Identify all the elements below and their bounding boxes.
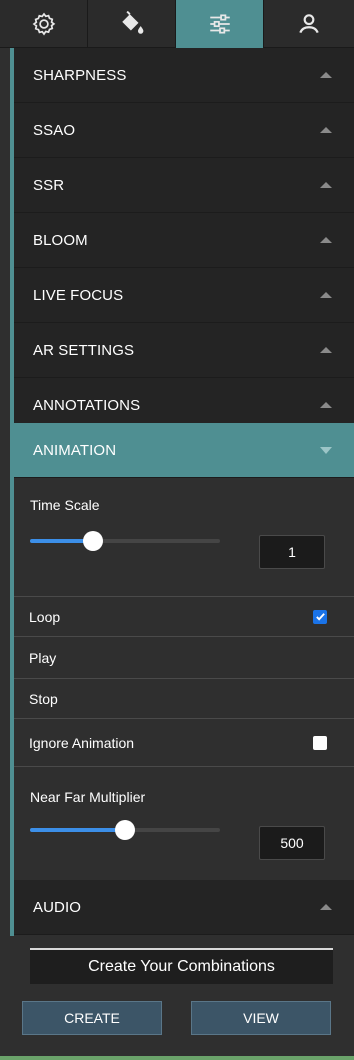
tab-settings[interactable] [0, 0, 88, 48]
top-toolbar [0, 0, 354, 48]
view-button[interactable]: VIEW [191, 1001, 331, 1035]
caret-up-icon [320, 72, 332, 78]
section-ssao[interactable]: SSAO [14, 103, 354, 158]
caret-up-icon [320, 904, 332, 910]
near-far-slider-thumb[interactable] [115, 820, 135, 840]
section-live-focus[interactable]: LIVE FOCUS [14, 268, 354, 323]
time-scale-input[interactable]: 1 [259, 535, 325, 569]
section-label: LIVE FOCUS [33, 286, 124, 304]
tab-user[interactable] [264, 0, 354, 48]
section-bloom[interactable]: BLOOM [14, 213, 354, 268]
near-far-slider-fill [30, 828, 125, 832]
section-label: BLOOM [33, 231, 88, 249]
tab-materials[interactable] [88, 0, 176, 48]
paint-bucket-icon [121, 11, 143, 34]
caret-up-icon [320, 237, 332, 243]
divider [14, 766, 354, 767]
time-scale-slider-thumb[interactable] [83, 531, 103, 551]
section-sharpness[interactable]: SHARPNESS [14, 48, 354, 103]
loop-label: Loop [29, 608, 61, 625]
caret-down-icon [320, 446, 332, 454]
loop-checkbox[interactable] [313, 609, 327, 624]
caret-up-icon [320, 402, 332, 408]
section-label: ANNOTATIONS [33, 396, 141, 414]
gear-icon [32, 12, 55, 36]
section-ssr[interactable]: SSR [14, 158, 354, 213]
near-far-label: Near Far Multiplier [30, 789, 146, 805]
loop-row[interactable]: Loop [14, 596, 354, 636]
sliders-icon [209, 14, 230, 34]
stop-button[interactable]: Stop [14, 678, 354, 718]
play-label: Play [29, 649, 57, 666]
section-ar-settings[interactable]: AR SETTINGS [14, 323, 354, 378]
section-animation[interactable]: ANIMATION [14, 423, 354, 478]
user-icon [299, 14, 319, 34]
ignore-animation-label: Ignore Animation [29, 734, 135, 751]
caret-up-icon [320, 347, 332, 353]
stop-label: Stop [29, 690, 58, 707]
tab-adjustments[interactable] [176, 0, 264, 48]
time-scale-label: Time Scale [30, 497, 100, 513]
check-icon [315, 613, 325, 621]
section-label: SSR [33, 176, 65, 194]
section-label: AUDIO [33, 898, 82, 916]
near-far-input[interactable]: 500 [259, 826, 325, 860]
section-label: SHARPNESS [33, 66, 127, 84]
section-label: ANIMATION [33, 441, 117, 459]
section-label: AR SETTINGS [33, 341, 135, 359]
ignore-animation-row[interactable]: Ignore Animation [14, 718, 354, 766]
bottom-strip [0, 1056, 354, 1060]
caret-up-icon [320, 127, 332, 133]
caret-up-icon [320, 292, 332, 298]
caret-up-icon [320, 182, 332, 188]
combinations-title: Create Your Combinations [30, 948, 333, 984]
section-audio[interactable]: AUDIO [14, 880, 354, 935]
section-label: SSAO [33, 121, 76, 139]
create-button[interactable]: CREATE [22, 1001, 162, 1035]
play-button[interactable]: Play [14, 636, 354, 678]
ignore-animation-checkbox[interactable] [313, 735, 327, 750]
